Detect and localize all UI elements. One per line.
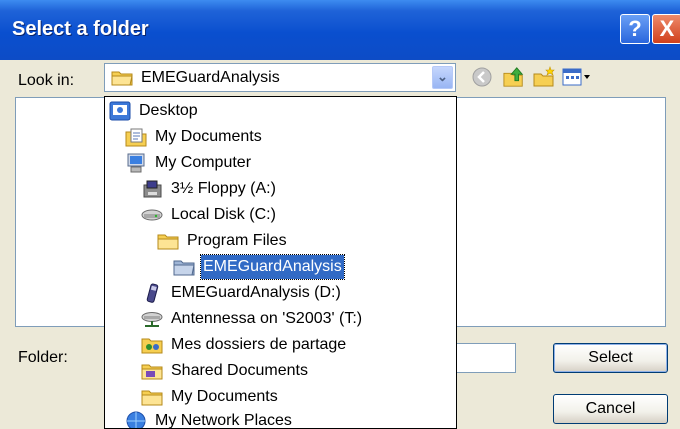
dropdown-item-label: EMEGuardAnalysis (D:) [171,284,341,301]
title-bar: Select a folder ? X [0,0,680,60]
floppy-icon [143,180,162,198]
dropdown-item-label: Antennessa on 'S2003' (T:) [171,310,363,327]
look-in-value: EMEGuardAnalysis [141,69,280,86]
dropdown-item-label: My Computer [155,154,252,171]
dropdown-item-label: EMEGuardAnalysis [200,254,345,280]
views-menu-icon[interactable] [562,66,592,88]
shared-folder-icon [141,338,163,354]
new-folder-icon[interactable] [532,66,556,88]
computer-icon [127,153,145,173]
desktop-icon [109,101,131,121]
up-folder-icon[interactable] [501,66,527,88]
open-folder-icon [173,260,195,276]
dropdown-item-label: My Documents [171,388,278,405]
cancel-button[interactable]: Cancel [553,394,668,424]
dropdown-item-label: Desktop [139,102,198,119]
hard-disk-icon [141,209,163,221]
folder-icon [141,390,163,406]
dropdown-item-label: My Network Places [155,412,292,429]
documents-icon [125,128,147,147]
network-icon [126,411,146,428]
network-drive-icon [141,312,163,327]
dropdown-item-label: Mes dossiers de partage [171,336,347,353]
folder-icon [141,364,163,380]
folder-icon [157,234,179,250]
dropdown-item-label: 3½ Floppy (A:) [171,180,276,197]
close-button[interactable]: X [652,14,680,44]
select-button[interactable]: Select [553,343,668,373]
window-title: Select a folder [12,18,149,40]
dropdown-item-label: My Documents [155,128,262,145]
open-folder-icon [111,71,133,86]
folder-label: Folder: [18,349,68,366]
chevron-down-icon[interactable]: ⌄ [432,66,453,89]
help-button[interactable]: ? [620,14,650,44]
dropdown-item-label: Local Disk (C:) [171,206,276,223]
drive-icon [146,283,159,303]
look-in-dropdown-list[interactable]: Desktop My Documents My Computer 3½ Flop… [104,96,457,429]
dropdown-item-label: Shared Documents [171,362,308,379]
dropdown-item-label: Program Files [187,232,287,249]
look-in-combobox[interactable]: EMEGuardAnalysis ⌄ [104,63,456,92]
look-in-label: Look in: [18,72,75,89]
back-icon[interactable] [471,66,493,88]
folder-name-input[interactable] [452,343,516,373]
